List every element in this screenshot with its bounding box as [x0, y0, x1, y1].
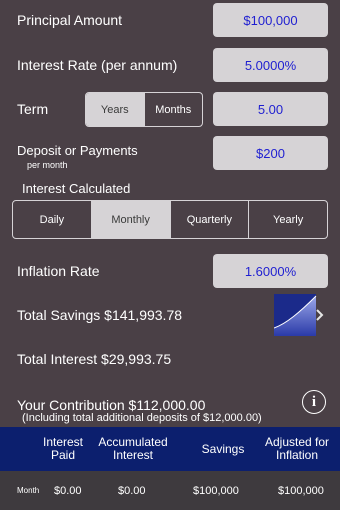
contribution-text: Your Contribution $112,000.00 — [17, 397, 206, 413]
deposit-label: Deposit or Payments — [17, 143, 138, 158]
interest-rate-input[interactable]: 5.0000% — [213, 48, 328, 82]
interest-monthly-option[interactable]: Monthly — [90, 201, 170, 238]
table-row: Month $0.00 $0.00 $100,000 $100,000 — [0, 471, 340, 510]
term-segmented-control: Years Months — [85, 92, 203, 127]
row-accumulated-interest: $0.00 — [118, 484, 146, 497]
row-interest-paid: $0.00 — [54, 484, 82, 497]
interest-calculated-segmented-control: Daily Monthly Quarterly Yearly — [12, 200, 328, 239]
header-accumulated-interest: Accumulated Interest — [98, 435, 168, 462]
row-savings: $100,000 — [193, 484, 239, 497]
deposit-sublabel: per month — [27, 160, 68, 170]
interest-quarterly-option[interactable]: Quarterly — [169, 201, 249, 238]
contribution-note: (Including total additional deposits of … — [22, 412, 262, 424]
term-label: Term — [17, 101, 49, 117]
info-icon: i — [311, 393, 317, 410]
row-adjusted-inflation: $100,000 — [278, 484, 324, 497]
deposit-input[interactable]: $200 — [213, 136, 328, 170]
header-interest-paid: Interest Paid — [42, 435, 84, 462]
inflation-input[interactable]: 1.6000% — [213, 254, 328, 288]
header-savings: Savings — [201, 441, 245, 456]
info-button[interactable]: i — [302, 390, 326, 414]
table-header: Interest Paid Accumulated Interest Savin… — [0, 427, 340, 471]
term-years-option[interactable]: Years — [86, 93, 144, 126]
interest-yearly-option[interactable]: Yearly — [248, 201, 327, 238]
principal-label: Principal Amount — [17, 12, 123, 28]
row-period-label: Month — [17, 486, 40, 495]
total-savings-text: Total Savings $141,993.78 — [17, 307, 183, 323]
chart-thumbnail-icon — [273, 294, 324, 336]
total-interest-text: Total Interest $29,993.75 — [17, 351, 172, 367]
principal-input[interactable]: $100,000 — [213, 3, 328, 37]
term-input[interactable]: 5.00 — [213, 92, 328, 126]
inflation-label: Inflation Rate — [17, 263, 100, 279]
header-adjusted-inflation: Adjusted for Inflation — [264, 435, 330, 462]
interest-rate-label: Interest Rate (per annum) — [17, 57, 178, 73]
term-months-option[interactable]: Months — [143, 93, 203, 126]
chart-button[interactable] — [273, 294, 324, 336]
interest-daily-option[interactable]: Daily — [13, 201, 91, 238]
interest-calculated-label: Interest Calculated — [22, 181, 131, 196]
